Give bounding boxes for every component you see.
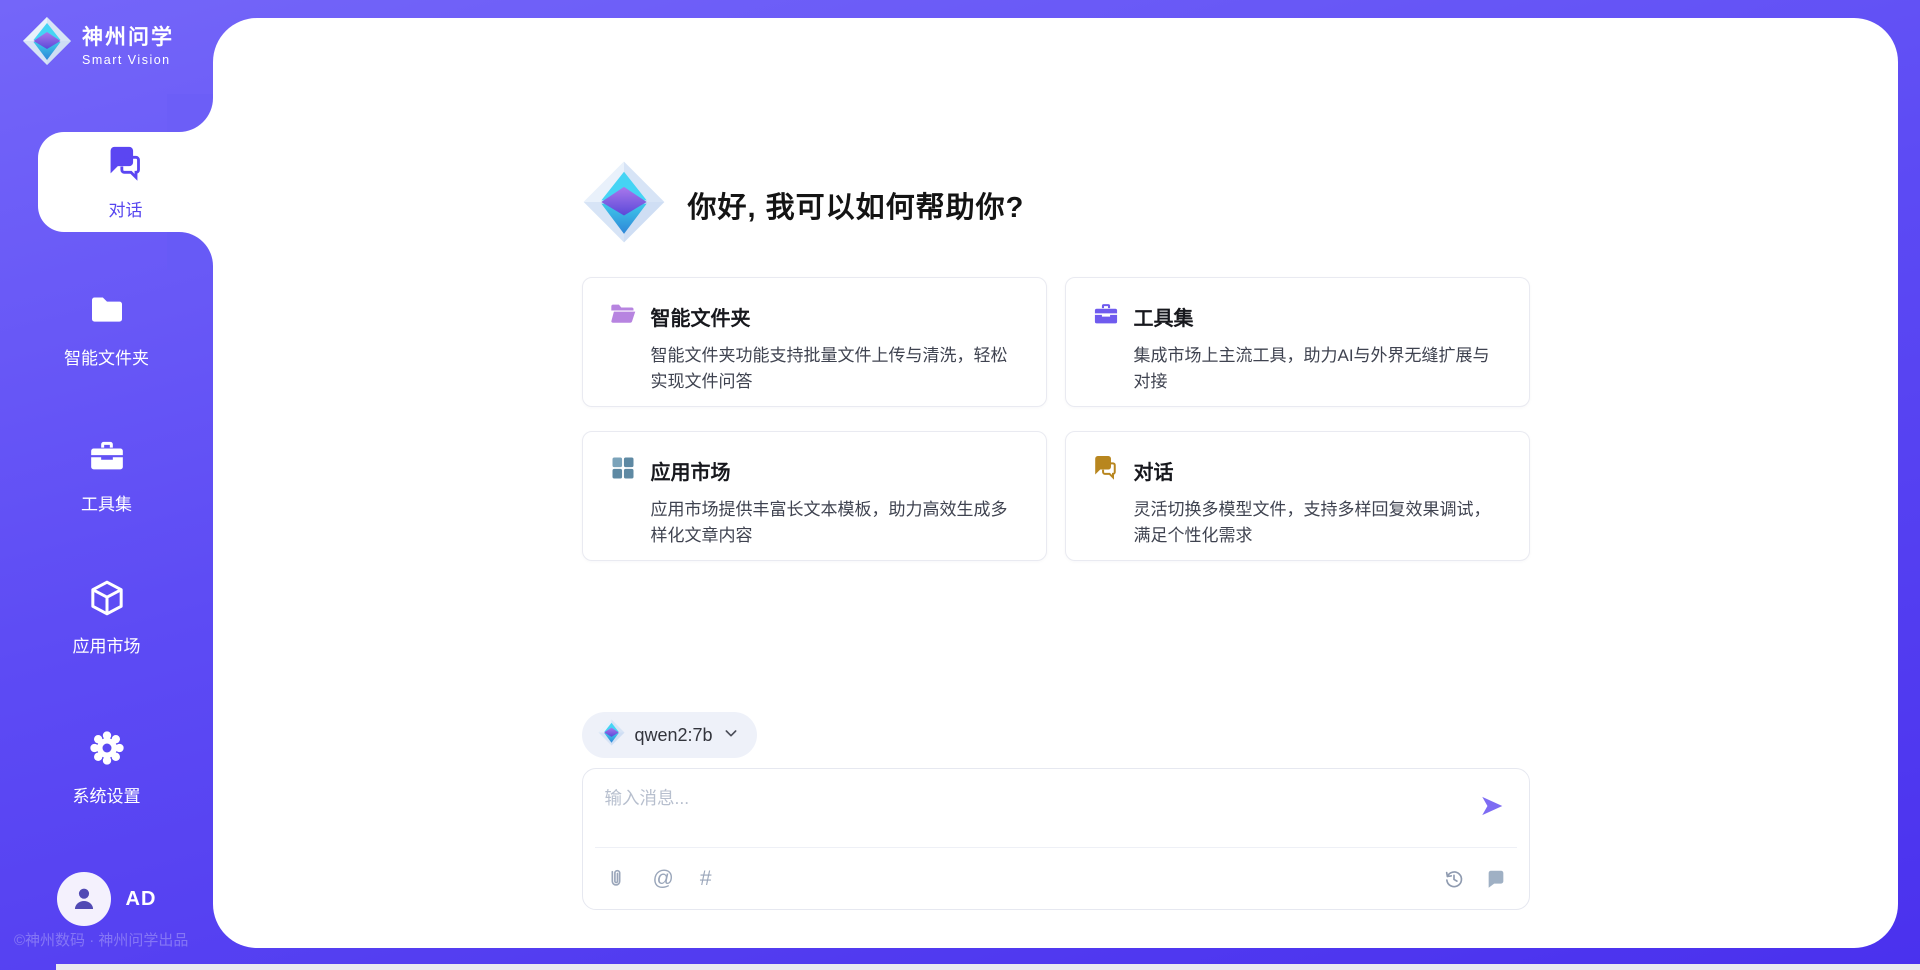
horizontal-scrollbar[interactable] <box>56 964 1920 970</box>
model-name: qwen2:7b <box>635 725 713 746</box>
brand-subtitle: Smart Vision <box>82 53 174 67</box>
sidebar-item-chat[interactable]: 对话 <box>38 132 213 232</box>
card-app-market[interactable]: 应用市场 应用市场提供丰富长文本模板，助力高效生成多样化文章内容 <box>582 431 1047 561</box>
sidebar-item-settings[interactable]: 系统设置 <box>0 728 213 807</box>
card-description: 应用市场提供丰富长文本模板，助力高效生成多样化文章内容 <box>651 497 1020 550</box>
copyright-text: ©神州数码 · 神州问学出品 <box>14 929 188 950</box>
folder-open-icon <box>609 300 637 333</box>
card-smart-folder[interactable]: 智能文件夹 智能文件夹功能支持批量文件上传与清洗，轻松实现文件问答 <box>582 277 1047 407</box>
brand-logo-icon <box>22 16 72 71</box>
assistant-logo-icon <box>582 160 666 249</box>
card-title: 工具集 <box>1134 302 1194 331</box>
send-button[interactable] <box>1475 789 1509 826</box>
brand: 神州问学 Smart Vision <box>22 16 174 71</box>
feature-cards: 智能文件夹 智能文件夹功能支持批量文件上传与清洗，轻松实现文件问答 <box>582 277 1530 561</box>
hashtag-button[interactable]: # <box>700 868 712 889</box>
app-root: 神州问学 Smart Vision 对话 智能文件夹 <box>0 0 1920 970</box>
history-icon <box>1443 868 1465 890</box>
sidebar-item-label: 系统设置 <box>73 782 141 807</box>
chat-bubble-icon <box>1485 868 1507 890</box>
sidebar: 神州问学 Smart Vision 对话 智能文件夹 <box>0 0 213 970</box>
sidebar-item-label: 工具集 <box>81 490 132 515</box>
sidebar-item-label: 对话 <box>109 196 143 221</box>
sidebar-item-tools[interactable]: 工具集 <box>0 436 213 515</box>
card-description: 集成市场上主流工具，助力AI与外界无缝扩展与对接 <box>1134 343 1503 396</box>
chat-bubbles-icon <box>1092 454 1120 487</box>
paperclip-icon <box>605 868 627 890</box>
grid-icon <box>609 454 637 487</box>
brand-name: 神州问学 <box>82 21 174 51</box>
card-description: 智能文件夹功能支持批量文件上传与清洗，轻松实现文件问答 <box>651 343 1020 396</box>
card-title: 对话 <box>1134 456 1174 485</box>
main-panel: 你好, 我可以如何帮助你? 智能文件夹 智能文件夹功能支持批量文件上传与清洗，轻… <box>213 18 1898 948</box>
briefcase-icon <box>1092 300 1120 333</box>
history-button[interactable] <box>1443 868 1465 890</box>
card-chat[interactable]: 对话 灵活切换多模型文件，支持多样回复效果调试，满足个性化需求 <box>1065 431 1530 561</box>
card-toolset[interactable]: 工具集 集成市场上主流工具，助力AI与外界无缝扩展与对接 <box>1065 277 1530 407</box>
folder-icon <box>87 290 127 335</box>
chevron-down-icon <box>723 725 739 746</box>
card-description: 灵活切换多模型文件，支持多样回复效果调试，满足个性化需求 <box>1134 497 1503 550</box>
sidebar-item-folders[interactable]: 智能文件夹 <box>0 290 213 369</box>
mention-button[interactable]: @ <box>653 868 674 889</box>
card-title: 智能文件夹 <box>651 302 751 331</box>
briefcase-icon <box>87 436 127 481</box>
model-selector[interactable]: qwen2:7b <box>582 712 757 758</box>
model-logo-icon <box>598 719 625 751</box>
sidebar-item-label: 智能文件夹 <box>64 344 149 369</box>
chat-bubbles-icon <box>106 144 146 189</box>
greeting: 你好, 我可以如何帮助你? <box>582 160 1530 249</box>
message-composer: @ # <box>582 768 1530 910</box>
avatar <box>57 872 111 926</box>
send-icon <box>1479 793 1505 819</box>
card-title: 应用市场 <box>651 456 731 485</box>
message-input[interactable] <box>605 785 1475 833</box>
gear-icon <box>87 728 127 773</box>
attach-button[interactable] <box>605 868 627 890</box>
user-name: AD <box>126 888 157 911</box>
greeting-title: 你好, 我可以如何帮助你? <box>688 184 1025 226</box>
user-account[interactable]: AD <box>0 872 213 926</box>
chat-mode-button[interactable] <box>1485 868 1507 890</box>
sidebar-item-market[interactable]: 应用市场 <box>0 578 213 657</box>
cube-icon <box>87 578 127 623</box>
composer-toolbar: @ # <box>595 847 1517 909</box>
sidebar-item-label: 应用市场 <box>73 632 141 657</box>
